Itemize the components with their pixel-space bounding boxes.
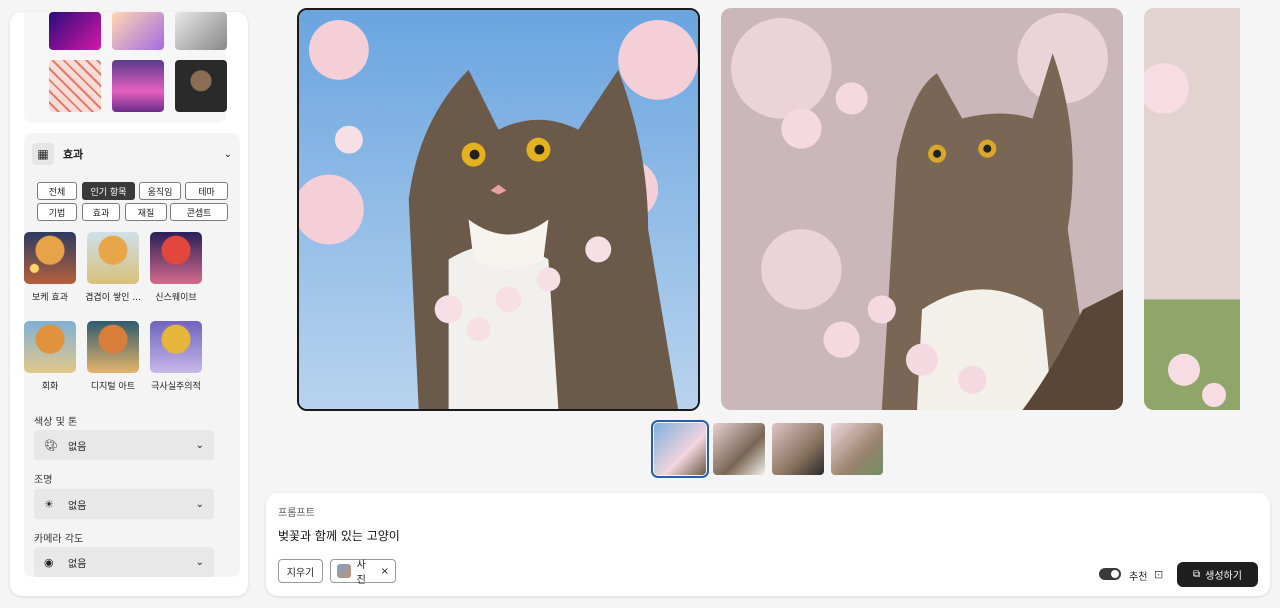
photo-tag-label: 사진 bbox=[356, 560, 366, 586]
thumbnail-1[interactable] bbox=[651, 420, 709, 478]
photo-tag[interactable]: 사진 × bbox=[330, 559, 396, 586]
generated-image-3-partial[interactable] bbox=[1144, 8, 1240, 410]
style-synthwave[interactable]: 신스웨이브 bbox=[144, 232, 208, 303]
thumbnail-2[interactable] bbox=[713, 423, 765, 475]
camera-angle-value: 없음 bbox=[68, 558, 87, 570]
style-label: 디지털 아트 bbox=[90, 382, 136, 392]
style-painting[interactable]: 회화 bbox=[18, 321, 82, 392]
filter-chip-all[interactable]: 전체 bbox=[37, 182, 77, 200]
style-thumb-portrait[interactable] bbox=[175, 60, 227, 112]
painting-balloon-image bbox=[24, 321, 76, 373]
filter-chip-popular[interactable]: 인기 항목 bbox=[82, 182, 135, 200]
close-icon[interactable]: × bbox=[381, 566, 389, 577]
settings-icon[interactable]: ⊡ bbox=[1154, 568, 1163, 581]
filter-chip-theme[interactable]: 테마 bbox=[185, 182, 228, 200]
clear-button[interactable]: 지우기 bbox=[278, 559, 323, 583]
lighting-value: 없음 bbox=[68, 500, 87, 512]
chevron-down-icon[interactable]: ⌄ bbox=[224, 149, 232, 160]
cat-cherry-blossom-image bbox=[1144, 8, 1240, 410]
prompt-label: 프롬프트 bbox=[278, 508, 315, 519]
chevron-down-icon: ⌄ bbox=[195, 439, 204, 451]
filter-chip-concept[interactable]: 콘셉트 bbox=[170, 203, 228, 221]
style-label: 보케 효과 bbox=[32, 293, 68, 303]
style-hyperrealistic[interactable]: 극사실주의적 bbox=[144, 321, 208, 392]
bokeh-balloon-image bbox=[24, 232, 76, 284]
filter-chip-motion[interactable]: 움직임 bbox=[139, 182, 181, 200]
color-tone-value: 없음 bbox=[68, 441, 87, 453]
thumbnail-4[interactable] bbox=[831, 423, 883, 475]
generate-button[interactable]: ⧉ 생성하기 bbox=[1177, 562, 1258, 587]
generated-image-1[interactable] bbox=[297, 8, 700, 411]
lighting-label: 조명 bbox=[34, 475, 53, 486]
effects-panel: ▦ 효과 ⌄ 전체 인기 항목 움직임 테마 기법 효과 재질 콘셉트 보케 효… bbox=[24, 133, 240, 577]
color-tone-label: 색상 및 톤 bbox=[34, 417, 78, 428]
photo-thumbnail bbox=[337, 564, 351, 578]
generate-label: 생성하기 bbox=[1205, 571, 1242, 582]
effects-icon: ▦ bbox=[32, 143, 54, 165]
filter-chip-technique[interactable]: 기법 bbox=[37, 203, 77, 221]
recommend-toggle[interactable] bbox=[1099, 568, 1121, 580]
hyperreal-balloon-image bbox=[150, 321, 202, 373]
effects-title: 효과 bbox=[63, 148, 84, 161]
synthwave-balloon-image bbox=[150, 232, 202, 284]
style-thumb-cloud[interactable] bbox=[112, 60, 164, 112]
filter-chip-effect[interactable]: 효과 bbox=[82, 203, 120, 221]
lighting-dropdown[interactable]: ☀ 없음 ⌄ bbox=[34, 489, 214, 519]
style-thumbnail-grid bbox=[24, 12, 227, 123]
prompt-input[interactable]: 벚꽃과 함께 있는 고양이 bbox=[278, 527, 400, 544]
recommend-label: 추천 bbox=[1129, 572, 1148, 583]
camera-angle-dropdown[interactable]: ◉ 없음 ⌄ bbox=[34, 547, 214, 577]
cat-cherry-blossom-image bbox=[299, 10, 698, 409]
effects-header[interactable]: ▦ 효과 ⌄ bbox=[32, 141, 232, 167]
style-label: 신스웨이브 bbox=[155, 293, 197, 303]
camera-angle-label: 카메라 각도 bbox=[34, 534, 84, 545]
style-label: 극사실주의적 bbox=[151, 382, 201, 392]
style-label: 회화 bbox=[41, 382, 59, 392]
style-thumb-pattern[interactable] bbox=[49, 60, 101, 112]
sidebar: ▦ 효과 ⌄ 전체 인기 항목 움직임 테마 기법 효과 재질 콘셉트 보케 효… bbox=[10, 12, 248, 596]
thumbnail-3[interactable] bbox=[772, 423, 824, 475]
chevron-down-icon: ⌄ bbox=[195, 556, 204, 568]
generated-image-2[interactable] bbox=[721, 8, 1123, 410]
style-thumb-statue[interactable] bbox=[175, 12, 227, 50]
bulb-icon: ☀ bbox=[44, 497, 54, 511]
generate-icon: ⧉ bbox=[1193, 569, 1201, 580]
digital-art-balloon-image bbox=[87, 321, 139, 373]
prompt-panel: 프롬프트 벚꽃과 함께 있는 고양이 지우기 사진 × 추천 ⊡ ⧉ 생성하기 bbox=[266, 493, 1270, 596]
style-digital-art[interactable]: 디지털 아트 bbox=[81, 321, 145, 392]
style-label: 겹겹이 쌓인 ... bbox=[85, 293, 141, 303]
layered-balloon-image bbox=[87, 232, 139, 284]
style-thumb-3d-hand[interactable] bbox=[112, 12, 164, 50]
style-bokeh[interactable]: 보케 효과 bbox=[18, 232, 82, 303]
filter-chip-material[interactable]: 재질 bbox=[125, 203, 167, 221]
thumbnail-strip bbox=[651, 420, 884, 478]
style-layered[interactable]: 겹겹이 쌓인 ... bbox=[81, 232, 145, 303]
chevron-down-icon: ⌄ bbox=[195, 498, 204, 510]
camera-icon: ◉ bbox=[44, 555, 54, 569]
cat-cherry-blossom-image bbox=[721, 8, 1123, 410]
palette-icon: 🎨︎ bbox=[44, 438, 58, 452]
color-tone-dropdown[interactable]: 🎨︎ 없음 ⌄ bbox=[34, 430, 214, 460]
style-thumb-neon[interactable] bbox=[49, 12, 101, 50]
